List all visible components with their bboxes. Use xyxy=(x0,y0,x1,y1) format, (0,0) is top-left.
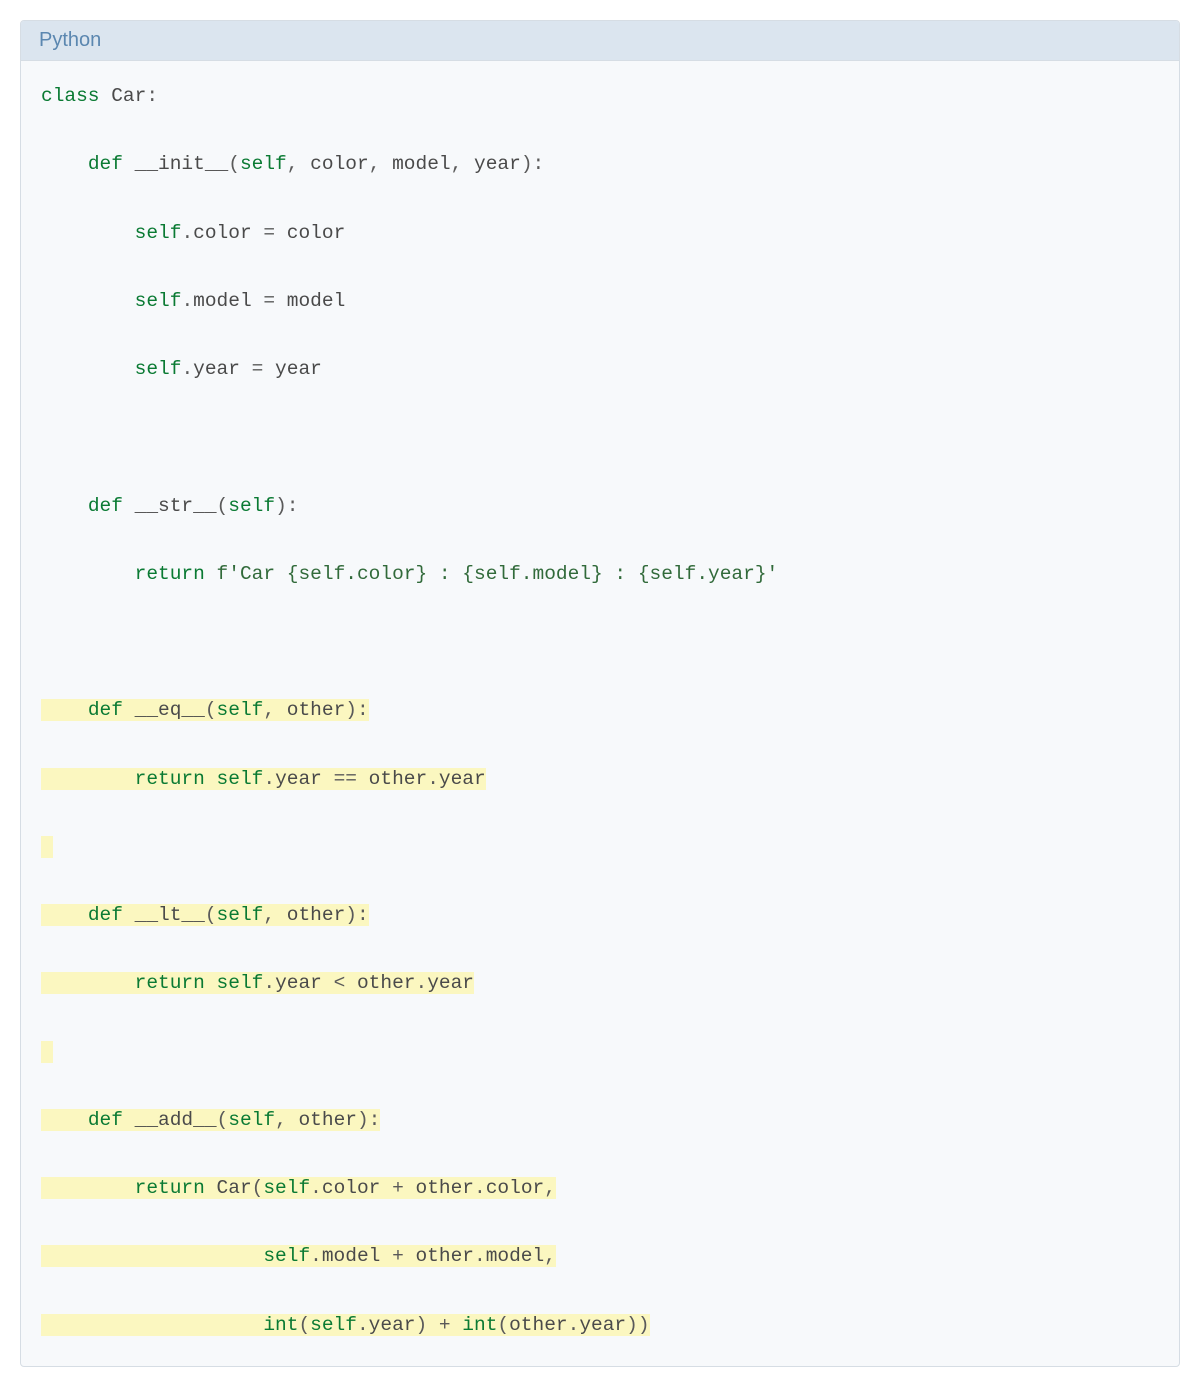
highlighted-code xyxy=(41,1041,53,1063)
highlighted-code: return self.year < other.year xyxy=(41,972,474,994)
code-line: return f'Car {self.color} : {self.model}… xyxy=(41,557,1159,591)
code-text: self.model = model xyxy=(41,290,345,312)
highlighted-code: int(self.year) + int(other.year)) xyxy=(41,1314,650,1336)
code-text: return f'Car {self.color} : {self.model}… xyxy=(41,563,778,585)
code-line: self.model = model xyxy=(41,284,1159,318)
code-text: def __init__(self, color, model, year): xyxy=(41,153,544,175)
highlighted-code: return self.year == other.year xyxy=(41,768,486,790)
code-line xyxy=(41,1035,1159,1069)
code-text: class Car: xyxy=(41,85,158,107)
code-line xyxy=(41,830,1159,864)
highlighted-code: def __eq__(self, other): xyxy=(41,699,369,721)
highlighted-code: return Car(self.color + other.color, xyxy=(41,1177,556,1199)
highlighted-code: def __add__(self, other): xyxy=(41,1109,380,1131)
code-line: int(self.year) + int(other.year)) xyxy=(41,1308,1159,1342)
code-text xyxy=(41,426,53,448)
highlighted-code: self.model + other.model, xyxy=(41,1245,556,1267)
code-text xyxy=(41,631,53,653)
code-text: def __str__(self): xyxy=(41,495,298,517)
code-line xyxy=(41,625,1159,659)
code-block: Python class Car: def __init__(self, col… xyxy=(20,20,1180,1367)
highlighted-code: def __lt__(self, other): xyxy=(41,904,369,926)
code-text: self.year = year xyxy=(41,358,322,380)
code-line: return self.year < other.year xyxy=(41,966,1159,1000)
code-line: return Car(self.color + other.color, xyxy=(41,1171,1159,1205)
code-text: self.color = color xyxy=(41,222,345,244)
code-line: def __str__(self): xyxy=(41,489,1159,523)
code-line: def __lt__(self, other): xyxy=(41,898,1159,932)
code-line: def __add__(self, other): xyxy=(41,1103,1159,1137)
highlighted-code xyxy=(41,836,53,858)
code-line: self.year = year xyxy=(41,352,1159,386)
code-language-label: Python xyxy=(21,21,1179,61)
code-line: class Car: xyxy=(41,79,1159,113)
code-line: def __init__(self, color, model, year): xyxy=(41,147,1159,181)
code-line xyxy=(41,420,1159,454)
code-line: self.model + other.model, xyxy=(41,1239,1159,1273)
code-line: def __eq__(self, other): xyxy=(41,693,1159,727)
code-content: class Car: def __init__(self, color, mod… xyxy=(21,61,1179,1366)
code-line: return self.year == other.year xyxy=(41,762,1159,796)
code-line: self.color = color xyxy=(41,216,1159,250)
